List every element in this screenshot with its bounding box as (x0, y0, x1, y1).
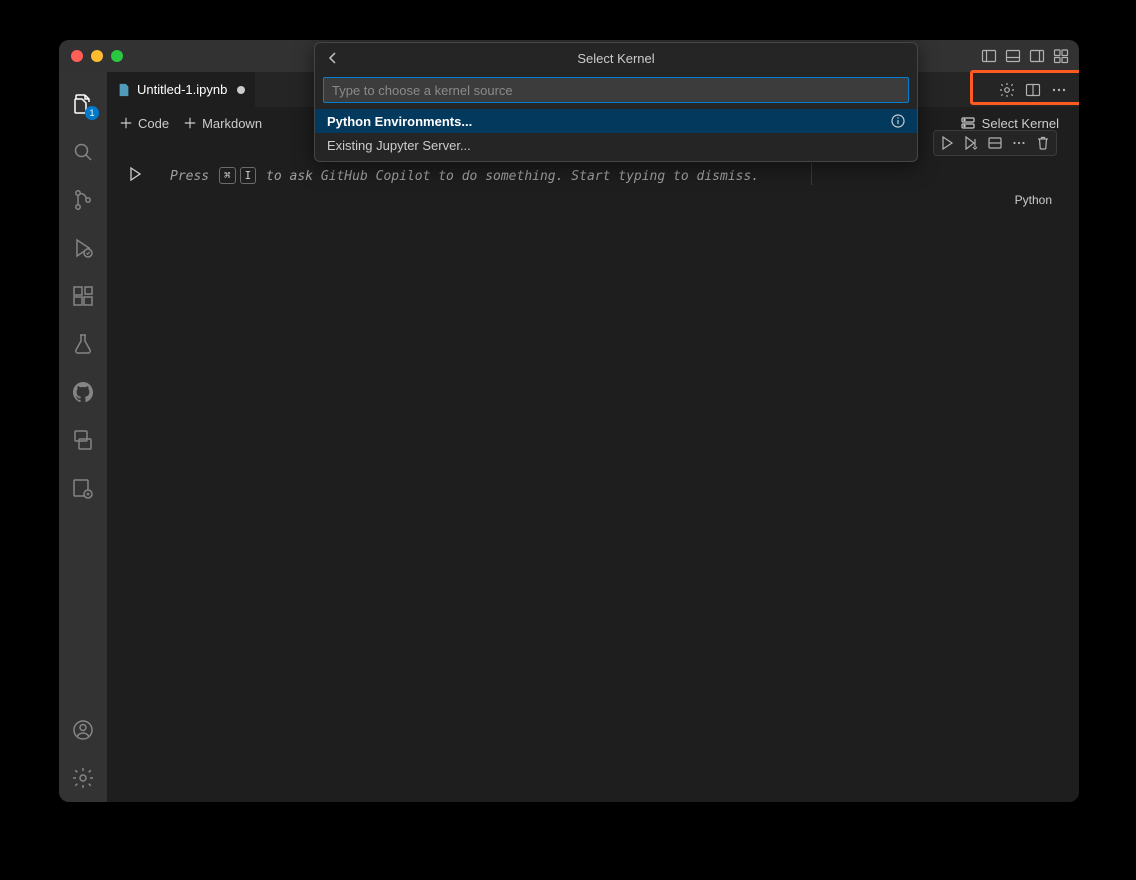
dirty-indicator-icon (237, 86, 245, 94)
testing-activity[interactable] (59, 320, 107, 368)
maximize-window-button[interactable] (111, 50, 123, 62)
source-control-activity[interactable] (59, 176, 107, 224)
editor-area: Untitled-1.ipynb Code Markdown (107, 72, 1079, 802)
kernel-quickpick: Select Kernel Python Environments... Exi… (314, 42, 918, 162)
run-cell-gutter-icon[interactable] (123, 162, 147, 186)
quickpick-item-label: Existing Jupyter Server... (327, 138, 471, 153)
add-code-cell-button[interactable]: Code (119, 116, 169, 131)
tab-actions (995, 78, 1079, 102)
run-debug-activity[interactable] (59, 224, 107, 272)
project-manager-activity[interactable] (59, 464, 107, 512)
quickpick-list: Python Environments... Existing Jupyter … (315, 109, 917, 161)
toggle-panel-icon[interactable] (1003, 46, 1023, 66)
titlebar-layout-controls (979, 40, 1071, 72)
code-cell[interactable]: Press ⌘I to ask GitHub Copilot to do som… (155, 156, 1063, 212)
minimap-divider (811, 163, 812, 185)
vscode-window: 1 (59, 40, 1079, 802)
cell-body: Press ⌘I to ask GitHub Copilot to do som… (155, 156, 1063, 212)
traffic-lights (71, 50, 123, 62)
activity-bar: 1 (59, 72, 107, 802)
quickpick-input-wrap (315, 73, 917, 109)
split-cell-icon[interactable] (984, 132, 1006, 154)
key-cmd: ⌘ (219, 167, 236, 184)
customize-layout-icon[interactable] (1051, 46, 1071, 66)
run-cell-icon[interactable] (936, 132, 958, 154)
remote-explorer-activity[interactable] (59, 416, 107, 464)
window-body: 1 (59, 72, 1079, 802)
add-markdown-label: Markdown (202, 116, 262, 131)
notebook-settings-icon[interactable] (995, 78, 1019, 102)
quickpick-header: Select Kernel (315, 43, 917, 73)
close-window-button[interactable] (71, 50, 83, 62)
toggle-secondary-sidebar-icon[interactable] (1027, 46, 1047, 66)
accounts-activity[interactable] (59, 706, 107, 754)
quickpick-item-jupyter-server[interactable]: Existing Jupyter Server... (315, 133, 917, 157)
cell-footer: Python (156, 191, 1062, 211)
explorer-activity[interactable]: 1 (59, 80, 107, 128)
add-code-label: Code (138, 116, 169, 131)
add-markdown-cell-button[interactable]: Markdown (183, 116, 262, 131)
split-editor-icon[interactable] (1021, 78, 1045, 102)
delete-cell-icon[interactable] (1032, 132, 1054, 154)
info-icon[interactable] (889, 112, 907, 130)
notebook-icon (117, 83, 131, 97)
cell-action-bar (933, 130, 1057, 156)
toggle-primary-sidebar-icon[interactable] (979, 46, 999, 66)
back-icon[interactable] (323, 48, 343, 68)
plus-icon (119, 116, 133, 130)
quickpick-item-python-env[interactable]: Python Environments... (315, 109, 917, 133)
copilot-hint-prefix: Press (170, 169, 217, 184)
run-by-line-icon[interactable] (960, 132, 982, 154)
explorer-badge: 1 (85, 106, 99, 120)
extensions-activity[interactable] (59, 272, 107, 320)
notebook-body: Press ⌘I to ask GitHub Copilot to do som… (107, 140, 1079, 802)
key-i: I (240, 167, 257, 184)
cell-language-label[interactable]: Python (1015, 193, 1052, 207)
plus-icon (183, 116, 197, 130)
github-activity[interactable] (59, 368, 107, 416)
tab-label: Untitled-1.ipynb (137, 82, 227, 97)
tab-untitled-notebook[interactable]: Untitled-1.ipynb (107, 72, 255, 107)
settings-activity[interactable] (59, 754, 107, 802)
copilot-hint-suffix: to ask GitHub Copilot to do something. S… (258, 169, 759, 184)
more-actions-icon[interactable] (1047, 78, 1071, 102)
search-activity[interactable] (59, 128, 107, 176)
quickpick-input[interactable] (323, 77, 909, 103)
cell-more-icon[interactable] (1008, 132, 1030, 154)
select-kernel-label: Select Kernel (982, 116, 1059, 131)
server-icon (960, 115, 976, 131)
minimize-window-button[interactable] (91, 50, 103, 62)
quickpick-title: Select Kernel (315, 51, 917, 66)
quickpick-item-label: Python Environments... (327, 114, 472, 129)
cell-input[interactable]: Press ⌘I to ask GitHub Copilot to do som… (156, 157, 1062, 191)
